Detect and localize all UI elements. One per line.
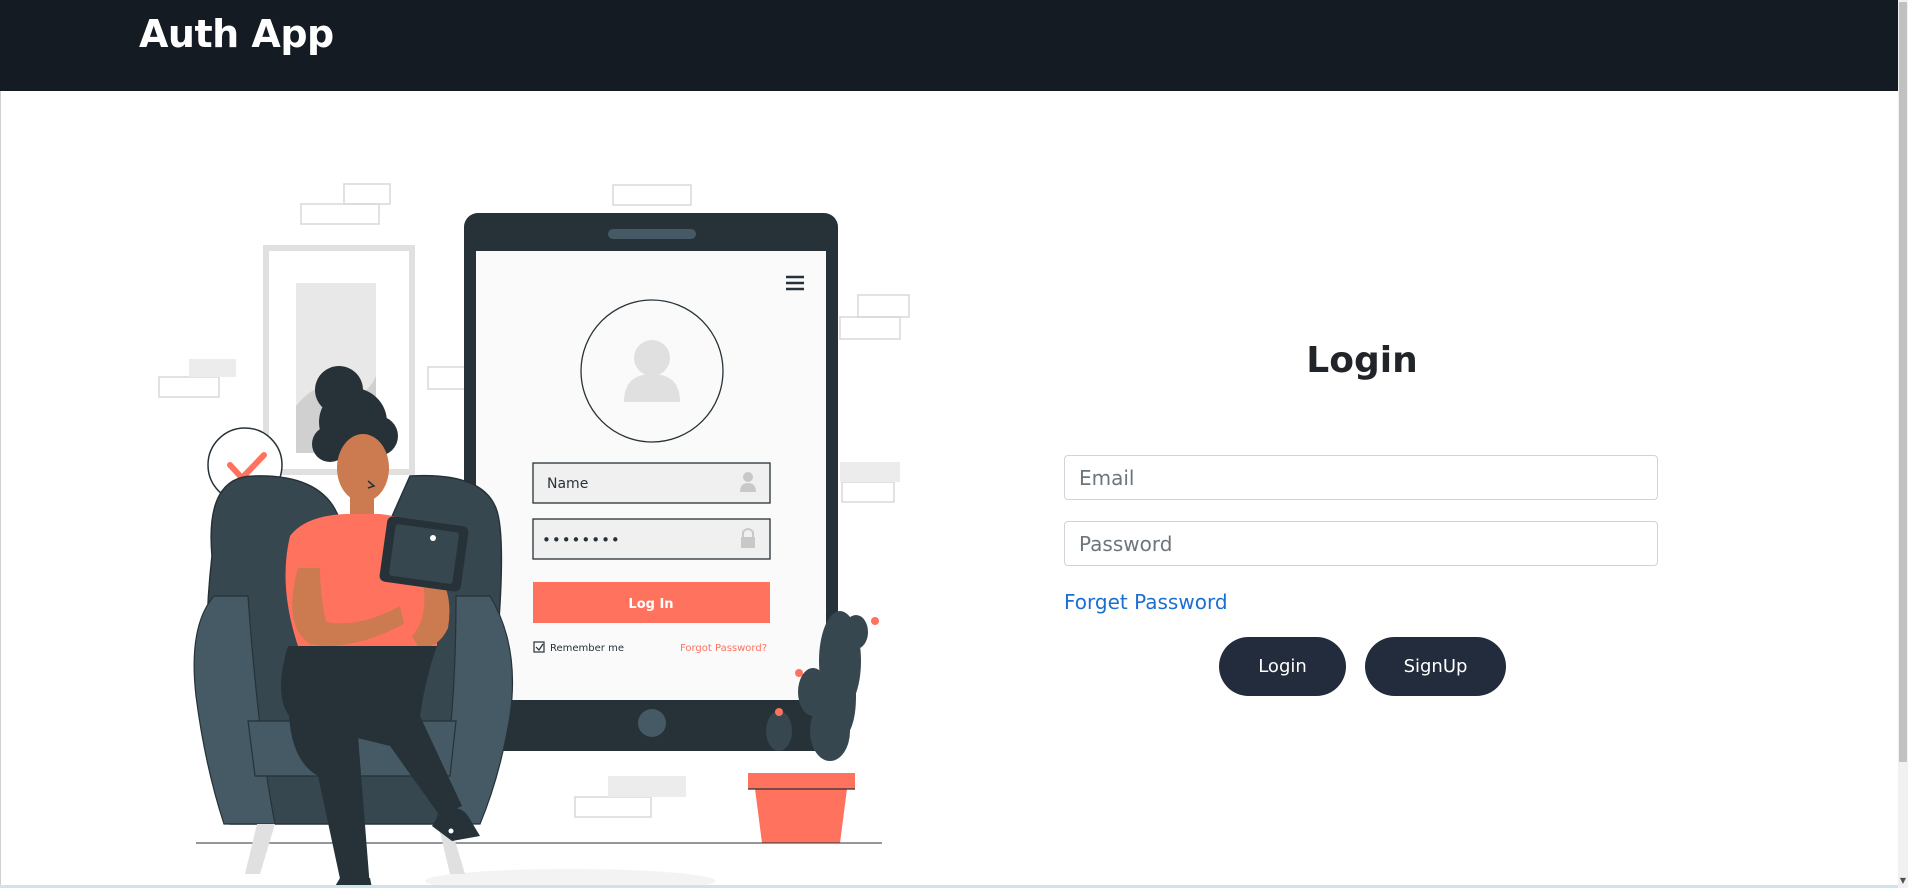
phone-device: Name •••••••• Log In Remember me Forgot … <box>464 213 838 751</box>
top-navbar: Auth App <box>0 0 1898 91</box>
screen-forgot-password: Forgot Password? <box>680 643 767 654</box>
login-title: Login <box>1306 340 1418 381</box>
email-field[interactable] <box>1064 455 1658 500</box>
scrollbar-thumb[interactable] <box>1899 2 1907 762</box>
brand-title[interactable]: Auth App <box>139 12 334 56</box>
screen-password-field: •••••••• <box>542 531 621 549</box>
vertical-scrollbar[interactable]: ▼ <box>1898 0 1908 888</box>
page-left-border <box>0 91 1 888</box>
login-button[interactable]: Login <box>1219 637 1346 696</box>
screen-name-field: Name <box>547 476 588 492</box>
scroll-down-arrow-icon[interactable]: ▼ <box>1899 876 1907 886</box>
signup-button[interactable]: SignUp <box>1365 637 1506 696</box>
login-illustration: Name •••••••• Log In Remember me Forgot … <box>158 183 910 888</box>
screen-login-button: Log In <box>628 597 673 612</box>
screen-remember-me: Remember me <box>550 643 624 654</box>
tablet-icon <box>379 516 469 592</box>
password-field[interactable] <box>1064 521 1658 566</box>
forget-password-link[interactable]: Forget Password <box>1064 590 1228 614</box>
login-form: Login Forget Password Login SignUp <box>1064 330 1660 700</box>
avatar-icon <box>580 299 724 443</box>
